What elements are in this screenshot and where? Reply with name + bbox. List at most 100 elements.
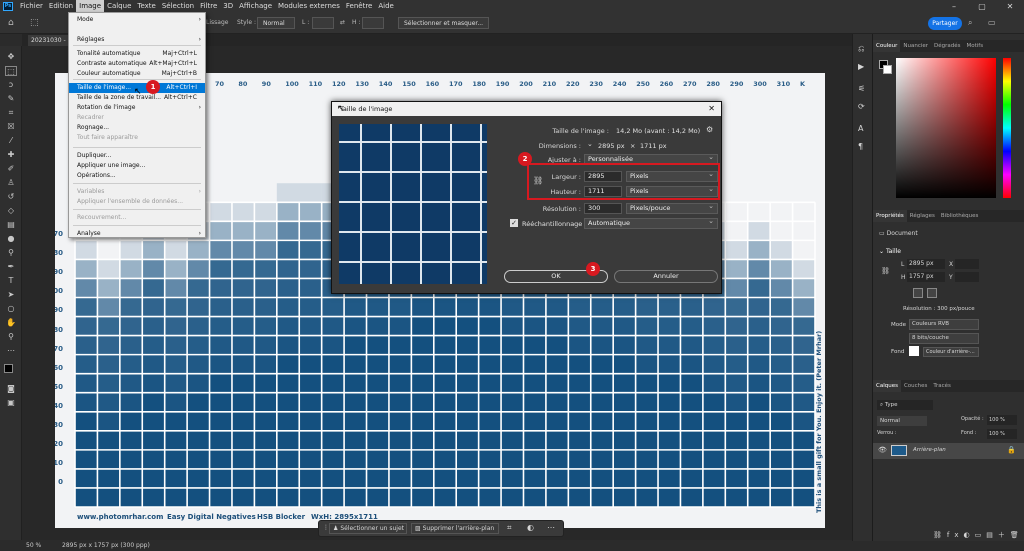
opacity-field[interactable]: 100 %	[987, 415, 1017, 425]
more-icon[interactable]: ⋯	[547, 523, 555, 532]
crop-icon[interactable]: ⌗	[507, 523, 512, 533]
screen-mode-icon[interactable]: ▣	[5, 398, 17, 408]
image-menu-item[interactable]: Dupliquer...	[69, 151, 205, 161]
height-field[interactable]	[362, 17, 384, 29]
image-menu-item[interactable]: Contraste automatique Alt+Maj+Ctrl+L	[69, 59, 205, 69]
tab-reglages[interactable]: Réglages	[907, 210, 938, 222]
hand-tool-icon[interactable]: ✋	[5, 318, 17, 328]
blend-mode-select[interactable]: Normal	[877, 416, 927, 426]
mode-select[interactable]: Couleurs RVB	[909, 319, 979, 330]
tab-traces[interactable]: Tracés	[930, 380, 953, 392]
menu-aide[interactable]: Aide	[375, 0, 396, 12]
menu-edition[interactable]: Edition	[46, 0, 76, 12]
type-tool-icon[interactable]: T	[5, 276, 17, 286]
tab-bibliotheques[interactable]: Bibliothèques	[938, 210, 981, 222]
tab-proprietes[interactable]: Propriétés	[873, 210, 907, 222]
taille-section[interactable]: ⌄ Taille	[879, 248, 901, 255]
depth-select[interactable]: 8 bits/couche	[909, 333, 979, 344]
resample-checkbox[interactable]: ✓	[510, 219, 518, 227]
paths-icon[interactable]: ⟳	[858, 102, 865, 111]
hue-slider[interactable]	[1003, 58, 1011, 198]
pen-tool-icon[interactable]: ✒	[5, 262, 17, 272]
healing-brush-icon[interactable]: ✚	[5, 150, 17, 160]
gear-icon[interactable]: ⚙	[706, 125, 713, 134]
history-icon[interactable]: ⎌	[858, 44, 864, 54]
layer-footer-icons[interactable]: ⛓fx◐▭▤＋🗑	[933, 530, 1024, 540]
bg-color-swatch[interactable]	[883, 65, 892, 74]
shape-tool-icon[interactable]: ○	[5, 304, 17, 314]
document-tab[interactable]: 20231030 - Sc	[28, 35, 68, 55]
lock-icon[interactable]: 🔒	[1007, 446, 1016, 454]
select-mask-button[interactable]: Sélectionner et masquer...	[398, 17, 490, 29]
layer-row-background[interactable]: 👁 Arrière-plan 🔒	[873, 443, 1024, 459]
workspace-icon[interactable]: ▭	[988, 17, 996, 29]
link-icon[interactable]: ⛓	[881, 267, 890, 275]
image-menu-item[interactable]: Opérations...	[69, 171, 205, 181]
color-picker-field[interactable]	[896, 58, 996, 198]
gradient-tool-icon[interactable]: ▤	[5, 220, 17, 230]
marquee-tool-icon[interactable]: ⬚	[30, 17, 39, 29]
swap-icon[interactable]: ⇄	[340, 17, 345, 29]
crop-tool-icon[interactable]: ⌗	[5, 108, 17, 118]
image-menu-item[interactable]: Appliquer une image...	[69, 161, 205, 171]
move-tool-icon[interactable]: ✥	[5, 52, 17, 62]
fit-canvas-icon[interactable]	[913, 288, 923, 298]
eraser-tool-icon[interactable]: ◇	[5, 206, 17, 216]
resize-icon[interactable]	[927, 288, 937, 298]
x-field[interactable]	[955, 259, 979, 269]
zoom-tool-icon[interactable]: ⚲	[5, 332, 17, 342]
more-tools-icon[interactable]: ⋯	[5, 346, 17, 356]
quick-mask-icon[interactable]: ◙	[5, 384, 17, 394]
path-select-icon[interactable]: ➤	[5, 290, 17, 300]
menu-affichage[interactable]: Affichage	[236, 0, 275, 12]
home-icon[interactable]: ⌂	[8, 17, 14, 29]
select-subject-button[interactable]: ♟ Sélectionner un sujet	[329, 523, 407, 534]
maximize-icon[interactable]: ▢	[968, 2, 996, 11]
brush-tool-icon[interactable]: ✐	[5, 164, 17, 174]
resample-select[interactable]: Automatique	[584, 217, 718, 229]
menu-selection[interactable]: Sélection	[159, 0, 197, 12]
visibility-eye-icon[interactable]: 👁	[878, 446, 887, 454]
width-field[interactable]	[312, 17, 334, 29]
image-menu-item[interactable]: Réglages ›	[69, 35, 205, 45]
menu-filtre[interactable]: Filtre	[197, 0, 220, 12]
history-brush-icon[interactable]: ↺	[5, 192, 17, 202]
fond-select[interactable]: Couleur d'arrière-...	[923, 347, 979, 357]
dialog-close-icon[interactable]: ✕	[708, 104, 715, 113]
image-menu-item[interactable]: Analyse ›	[69, 229, 205, 239]
dodge-tool-icon[interactable]: ⚲	[5, 248, 17, 258]
style-select[interactable]: Normal	[257, 17, 295, 29]
menu-texte[interactable]: Texte	[134, 0, 158, 12]
close-icon[interactable]: ✕	[996, 2, 1024, 11]
image-menu-item[interactable]: Tonalité automatique Maj+Ctrl+L	[69, 49, 205, 59]
h-field[interactable]: 1757 px	[907, 272, 945, 282]
y-field[interactable]	[955, 272, 979, 282]
w-field[interactable]: 2895 px	[907, 259, 945, 269]
menu-image[interactable]: Image	[76, 0, 105, 12]
stamp-tool-icon[interactable]: ♙	[5, 178, 17, 188]
share-button[interactable]: Partager	[928, 17, 962, 30]
tab-couches[interactable]: Couches	[901, 380, 930, 392]
quick-select-icon[interactable]: ✎	[5, 94, 17, 104]
image-menu-item[interactable]: Mode ›	[69, 15, 205, 25]
menu-3d[interactable]: 3D	[220, 0, 236, 12]
cancel-button[interactable]: Annuler	[614, 270, 718, 283]
eyedropper-icon[interactable]: ⁄	[5, 136, 17, 146]
tab-couleur[interactable]: Couleur	[873, 40, 901, 52]
image-menu-item[interactable]: Rotation de l'image ›	[69, 103, 205, 113]
search-icon[interactable]: ⌕	[968, 17, 972, 29]
tab-calques[interactable]: Calques	[873, 380, 901, 392]
image-menu-item[interactable]: Couleur automatique Maj+Ctrl+B	[69, 69, 205, 79]
fond-swatch[interactable]	[909, 346, 919, 356]
character-icon[interactable]: A	[858, 124, 863, 133]
paragraph-icon[interactable]: ¶	[858, 142, 863, 151]
frame-tool-icon[interactable]: ☒	[5, 122, 17, 132]
menu-modules[interactable]: Modules externes	[275, 0, 343, 12]
tab-nuancier[interactable]: Nuancier	[900, 40, 931, 52]
marquee-tool-icon[interactable]: ⬚	[5, 66, 17, 76]
resolution-unit-select[interactable]: Pixels/pouce	[626, 202, 718, 214]
adjust-panel-icon[interactable]: ⚟	[858, 84, 865, 93]
blur-tool-icon[interactable]: ●	[5, 234, 17, 244]
tab-degrades[interactable]: Dégradés	[931, 40, 963, 52]
image-menu-item[interactable]: Rognage...	[69, 123, 205, 133]
